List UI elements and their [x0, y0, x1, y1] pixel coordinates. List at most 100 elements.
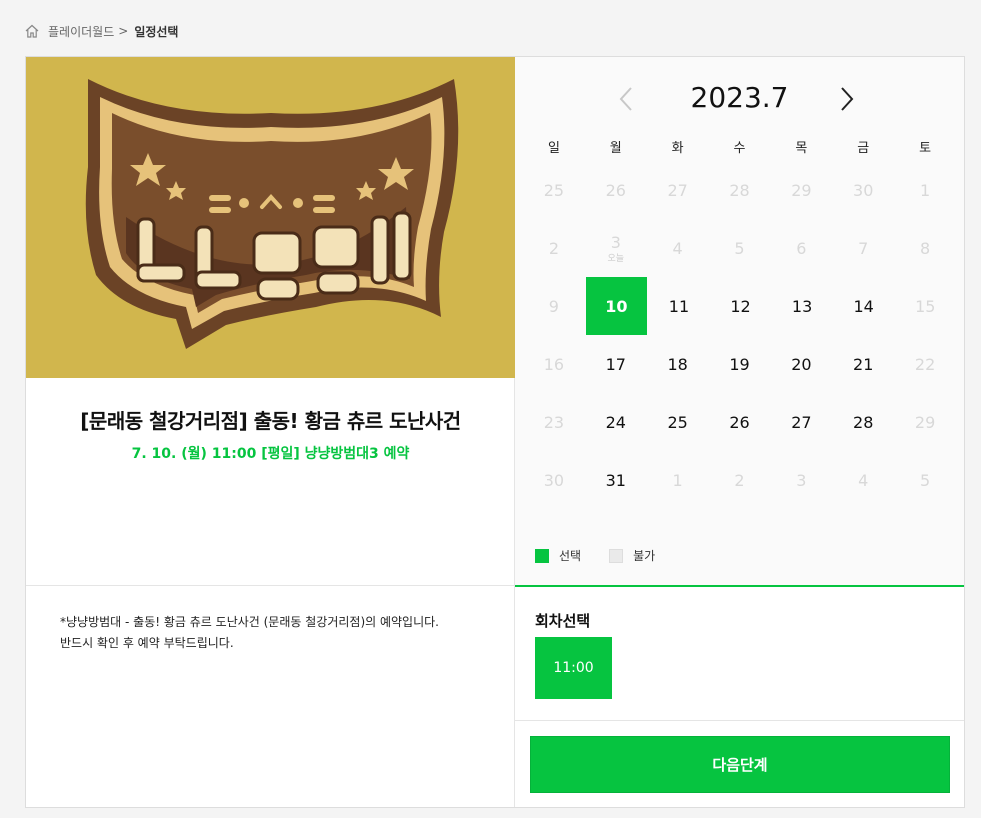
calendar-day-number: 29	[914, 412, 936, 432]
calendar-day[interactable]: 24	[585, 393, 647, 451]
calendar: 2023.7 일월화수목금토 25 26 27 28 29 30 1 2 3 오늘 4 5 6 7 8 9 10…	[515, 57, 964, 587]
calendar-day-number: 31	[605, 470, 626, 490]
calendar-day-number: 16	[543, 354, 565, 374]
calendar-day-number: 19	[729, 354, 750, 374]
calendar-day-number: 9	[548, 296, 559, 316]
weekday-label: 토	[919, 141, 932, 156]
calendar-day: 28	[709, 161, 771, 219]
calendar-week-row: 23 24 25 26 27 28 29	[523, 393, 956, 451]
calendar-week-row: 9 10 11 12 13 14 15	[523, 277, 956, 335]
weekday-label: 화	[671, 141, 684, 156]
calendar-grid: 일월화수목금토 25 26 27 28 29 30 1 2 3 오늘 4 5 6 7 8 9 10 11 12 13 1…	[523, 137, 956, 509]
calendar-day: 1	[647, 451, 709, 509]
legend-unavailable-swatch	[609, 548, 624, 563]
event-schedule-summary: 7. 10. (월) 11:00 [평일] 냥냥방범대3 예약	[131, 446, 410, 462]
calendar-day[interactable]: 11	[648, 277, 710, 335]
weekday-header: 일월화수목금토	[523, 137, 956, 161]
calendar-week-row: 16 17 18 19 20 21 22	[523, 335, 956, 393]
calendar-day-number: 12	[730, 296, 751, 316]
schedule-column: 2023.7 일월화수목금토 25 26 27 28 29 30 1 2 3 오늘 4 5 6 7 8 9 10…	[515, 57, 964, 807]
calendar-day: 4	[832, 451, 894, 509]
calendar-day-selected[interactable]: 10	[585, 277, 648, 335]
event-title: [문래동 철강거리점] 출동! 황금 츄르 도난사건	[80, 409, 461, 433]
calendar-day: 30	[523, 451, 585, 509]
calendar-header: 2023.7	[515, 79, 964, 119]
calendar-day-number: 26	[729, 412, 750, 432]
calendar-day: 9	[523, 277, 585, 335]
calendar-day: 3	[770, 451, 832, 509]
calendar-day[interactable]: 12	[710, 277, 772, 335]
breadcrumb-separator: >	[118, 24, 129, 38]
calendar-day-number: 30	[853, 180, 874, 200]
calendar-day: 23	[523, 393, 585, 451]
event-info-column: [문래동 철강거리점] 출동! 황금 츄르 도난사건 7. 10. (월) 11…	[26, 57, 515, 807]
calendar-day-number: 29	[791, 180, 812, 200]
nyangnyang-logo	[26, 57, 515, 378]
calendar-day: 5	[709, 219, 771, 277]
calendar-day[interactable]: 27	[770, 393, 832, 451]
legend-selected-swatch	[535, 548, 549, 563]
calendar-day: 2	[709, 451, 771, 509]
calendar-day: 16	[523, 335, 585, 393]
calendar-day-number: 23	[543, 412, 565, 432]
calendar-day: 4	[647, 219, 709, 277]
calendar-day-number: 22	[914, 354, 936, 374]
calendar-day: 3 오늘	[585, 219, 647, 277]
next-step-button[interactable]: 다음단계	[530, 736, 950, 793]
chevron-right-icon[interactable]	[835, 85, 859, 113]
calendar-day-number: 11	[668, 296, 690, 316]
calendar-day[interactable]: 31	[585, 451, 647, 509]
calendar-day-number: 3	[610, 232, 621, 252]
calendar-day[interactable]: 13	[771, 277, 833, 335]
calendar-day: 8	[894, 219, 956, 277]
calendar-day[interactable]: 20	[770, 335, 832, 393]
event-summary: [문래동 철강거리점] 출동! 황금 츄르 도난사건 7. 10. (월) 11…	[26, 378, 515, 586]
calendar-day-number: 26	[605, 180, 626, 200]
calendar-week-row: 2 3 오늘 4 5 6 7 8	[523, 219, 956, 277]
calendar-day-number: 18	[667, 354, 688, 374]
calendar-day: 26	[585, 161, 647, 219]
calendar-day-number: 27	[791, 412, 812, 432]
calendar-day[interactable]: 25	[647, 393, 709, 451]
calendar-day[interactable]: 17	[585, 335, 647, 393]
calendar-day: 29	[894, 393, 956, 451]
calendar-day[interactable]: 26	[709, 393, 771, 451]
calendar-day[interactable]: 28	[832, 393, 894, 451]
breadcrumb: 플레이더월드 > 일정선택	[24, 22, 178, 40]
calendar-week-row: 25 26 27 28 29 30 1	[523, 161, 956, 219]
session-title: 회차선택	[535, 612, 591, 630]
calendar-day-number: 27	[667, 180, 688, 200]
calendar-weeks: 25 26 27 28 29 30 1 2 3 오늘 4 5 6 7 8 9 10 11 12 13 14 15 16 17 1…	[523, 161, 956, 509]
calendar-day-number: 7	[858, 238, 869, 258]
home-icon[interactable]	[24, 23, 40, 39]
calendar-day[interactable]: 18	[647, 335, 709, 393]
calendar-day-number: 5	[734, 238, 745, 258]
calendar-day-number: 4	[858, 470, 869, 490]
calendar-day-number: 25	[667, 412, 688, 432]
calendar-day[interactable]: 14	[833, 277, 895, 335]
calendar-day-number: 4	[672, 238, 683, 258]
calendar-day-number: 2	[734, 470, 745, 490]
calendar-day-number: 17	[605, 354, 626, 374]
calendar-day[interactable]: 21	[832, 335, 894, 393]
weekday-label: 금	[857, 141, 870, 156]
notice-line-2: 반드시 확인 후 예약 부탁드립니다.	[60, 636, 234, 650]
session-slot-button[interactable]: 11:00	[535, 637, 612, 699]
calendar-day: 27	[647, 161, 709, 219]
breadcrumb-home-link[interactable]: 플레이더월드	[48, 23, 114, 40]
calendar-legend: 선택 불가	[535, 547, 683, 564]
calendar-day-number: 3	[796, 470, 807, 490]
calendar-day-number: 8	[919, 238, 931, 258]
reservation-panel: [문래동 철강거리점] 출동! 황금 츄르 도난사건 7. 10. (월) 11…	[25, 56, 965, 808]
calendar-day-number: 15	[915, 296, 936, 316]
reservation-notice: *냥냥방범대 - 출동! 황금 츄르 도난사건 (문래동 철강거리점)의 예약입…	[60, 612, 439, 654]
calendar-day[interactable]: 19	[709, 335, 771, 393]
calendar-day-number: 30	[543, 470, 565, 490]
legend-unavailable-label: 불가	[633, 549, 656, 563]
breadcrumb-current: 일정선택	[134, 24, 179, 39]
calendar-day: 6	[770, 219, 832, 277]
calendar-day-number: 14	[853, 296, 874, 316]
calendar-day-number: 20	[791, 354, 812, 374]
calendar-day-number: 2	[548, 238, 560, 258]
calendar-day: 7	[832, 219, 894, 277]
